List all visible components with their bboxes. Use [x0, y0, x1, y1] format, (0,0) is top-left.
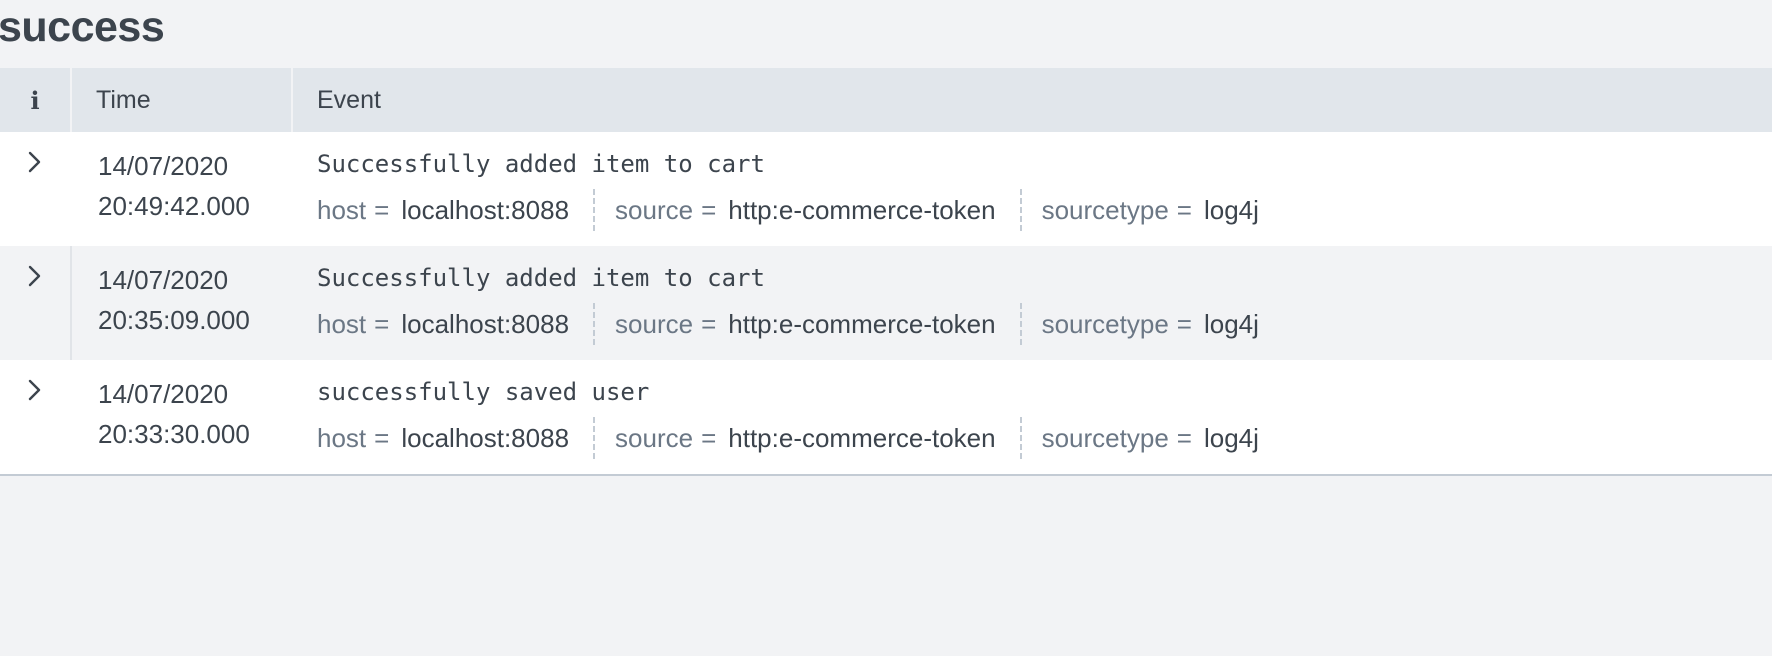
field-key: sourcetype [1041, 194, 1169, 225]
event-cell: Successfully added item to cart host = l… [293, 246, 1772, 360]
table-row: 14/07/2020 20:49:42.000 Successfully add… [0, 132, 1772, 246]
field-value[interactable]: localhost:8088 [401, 423, 569, 454]
expand-cell [0, 360, 72, 474]
field-equals: = [701, 308, 717, 339]
field-key: host [317, 422, 367, 453]
event-message: Successfully added item to cart [317, 150, 765, 178]
table-header: i Time Event [0, 68, 1772, 132]
event-time: 20:33:30.000 [98, 419, 250, 449]
field-value[interactable]: localhost:8088 [401, 195, 569, 226]
field-key: source [615, 422, 694, 453]
page-title: success [0, 3, 165, 51]
field-sourcetype[interactable]: sourcetype = log4j [1042, 195, 1259, 226]
field-equals: = [1176, 308, 1192, 339]
table-row: 14/07/2020 20:35:09.000 Successfully add… [0, 246, 1772, 360]
event-cell: successfully saved user host = localhost… [293, 360, 1772, 474]
field-source[interactable]: source = http:e-commerce-token [615, 423, 996, 454]
event-date: 14/07/2020 [98, 379, 229, 409]
field-source[interactable]: source = http:e-commerce-token [615, 195, 996, 226]
field-key: source [615, 194, 694, 225]
events-table: i Time Event 14/07/2020 20:49:42.000 Suc… [0, 68, 1772, 476]
field-divider [1019, 417, 1022, 459]
field-sourcetype[interactable]: sourcetype = log4j [1042, 309, 1259, 340]
field-equals: = [701, 194, 717, 225]
field-equals: = [374, 194, 390, 225]
field-divider [1019, 303, 1022, 345]
chevron-right-icon[interactable] [23, 378, 47, 402]
field-value[interactable]: log4j [1204, 195, 1259, 226]
field-value[interactable]: http:e-commerce-token [728, 423, 995, 454]
field-equals: = [374, 422, 390, 453]
field-divider [593, 189, 596, 231]
field-key: host [317, 308, 367, 339]
field-value[interactable]: log4j [1204, 309, 1259, 340]
field-value[interactable]: log4j [1204, 423, 1259, 454]
chevron-right-icon[interactable] [23, 150, 47, 174]
event-fields: host = localhost:8088 source = http:e-co… [317, 303, 1772, 345]
time-cell: 14/07/2020 20:35:09.000 [72, 246, 293, 360]
field-sourcetype[interactable]: sourcetype = log4j [1042, 423, 1259, 454]
time-column-header[interactable]: Time [72, 68, 293, 132]
event-date: 14/07/2020 [98, 265, 229, 295]
event-column-header: Event [317, 85, 381, 114]
event-fields: host = localhost:8088 source = http:e-co… [317, 189, 1772, 231]
field-host[interactable]: host = localhost:8088 [317, 423, 569, 454]
field-source[interactable]: source = http:e-commerce-token [615, 309, 996, 340]
event-message: Successfully added item to cart [317, 264, 765, 292]
field-host[interactable]: host = localhost:8088 [317, 195, 569, 226]
event-date: 14/07/2020 [98, 151, 229, 181]
field-host[interactable]: host = localhost:8088 [317, 309, 569, 340]
expand-cell [0, 246, 72, 360]
time-cell: 14/07/2020 20:49:42.000 [72, 132, 293, 246]
field-key: sourcetype [1041, 422, 1169, 453]
info-icon: i [30, 85, 40, 115]
field-value[interactable]: localhost:8088 [401, 309, 569, 340]
chevron-right-icon[interactable] [23, 264, 47, 288]
field-key: source [615, 308, 694, 339]
field-divider [1019, 189, 1022, 231]
field-value[interactable]: http:e-commerce-token [728, 195, 995, 226]
field-equals: = [374, 308, 390, 339]
event-time: 20:49:42.000 [98, 191, 250, 221]
event-message: successfully saved user [317, 378, 650, 406]
field-divider [593, 417, 596, 459]
field-equals: = [701, 422, 717, 453]
field-equals: = [1176, 422, 1192, 453]
table-bottom-border [0, 474, 1772, 476]
info-column-header[interactable]: i [0, 68, 72, 132]
field-equals: = [1176, 194, 1192, 225]
event-cell: Successfully added item to cart host = l… [293, 132, 1772, 246]
event-fields: host = localhost:8088 source = http:e-co… [317, 417, 1772, 459]
expand-cell [0, 132, 72, 246]
event-time: 20:35:09.000 [98, 305, 250, 335]
field-divider [593, 303, 596, 345]
table-row: 14/07/2020 20:33:30.000 successfully sav… [0, 360, 1772, 474]
time-cell: 14/07/2020 20:33:30.000 [72, 360, 293, 474]
field-key: host [317, 194, 367, 225]
field-key: sourcetype [1041, 308, 1169, 339]
field-value[interactable]: http:e-commerce-token [728, 309, 995, 340]
